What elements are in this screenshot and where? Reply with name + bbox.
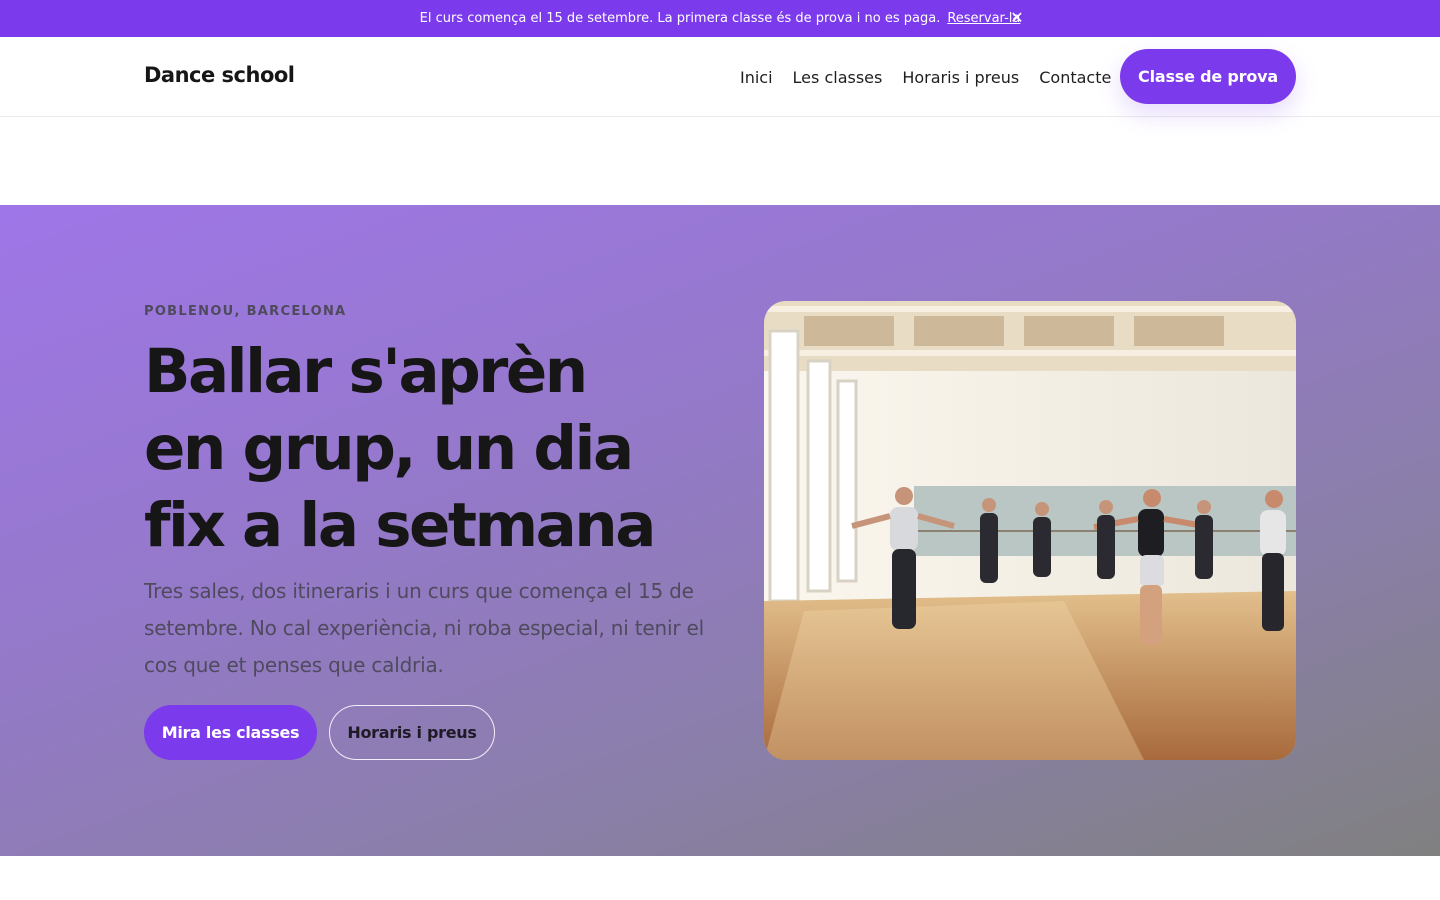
schedule-prices-button[interactable]: Horaris i preus <box>329 705 495 760</box>
hero-section: POBLENOU, BARCELONA Ballar s'aprèn en gr… <box>0 205 1440 856</box>
hero-location: POBLENOU, BARCELONA <box>144 304 347 319</box>
nav-link-classes[interactable]: Les classes <box>793 68 883 87</box>
hero-headline-line: fix a la setmana <box>144 490 656 561</box>
hero-headline: Ballar s'aprèn en grup, un dia fix a la … <box>144 333 704 564</box>
nav-link-horaris[interactable]: Horaris i preus <box>902 68 1019 87</box>
dance-studio-photo <box>764 301 1296 760</box>
navbar: Dance school Inici Les classes Horaris i… <box>0 37 1440 117</box>
view-classes-button[interactable]: Mira les classes <box>144 705 317 760</box>
nav-link-inici[interactable]: Inici <box>740 68 773 87</box>
trial-class-button[interactable]: Classe de prova <box>1120 49 1296 104</box>
close-icon[interactable]: ✕ <box>1008 9 1026 27</box>
brand-logo[interactable]: Dance school <box>144 63 295 87</box>
nav-links: Inici Les classes Horaris i preus Contac… <box>740 37 1111 117</box>
dance-studio-illustration <box>764 301 1296 760</box>
announcement-bar: El curs comença el 15 de setembre. La pr… <box>0 0 1440 37</box>
hero-headline-line: en grup, un dia <box>144 413 634 484</box>
hero-subtitle: Tres sales, dos itineraris i un curs que… <box>144 579 704 677</box>
hero-headline-line: Ballar s'aprèn <box>144 336 588 407</box>
nav-link-contacte[interactable]: Contacte <box>1039 68 1111 87</box>
announcement-message: El curs comença el 15 de setembre. La pr… <box>419 11 941 26</box>
